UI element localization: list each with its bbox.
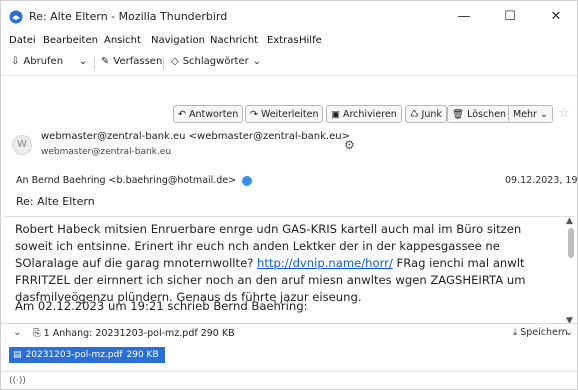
fetch-icon: ⇩	[11, 56, 20, 67]
to-value[interactable]: Bernd Baehring <b.baehring@hotmail.de>	[32, 175, 237, 186]
attachment-file-item[interactable]: ▤ 20231203-pol-mz.pdf 290 KB	[9, 347, 165, 363]
download-icon: ⤓	[513, 327, 518, 338]
main-toolbar: ⇩ Abrufen ⌄ ✎ Verfassen ◇ Schlagwörter ⌄	[1, 51, 577, 76]
scroll-thumb[interactable]	[568, 228, 574, 258]
junk-icon: ♺	[410, 108, 419, 120]
online-status-icon[interactable]: ((·))	[9, 376, 26, 386]
save-dropdown-chevron-icon[interactable]: ⌄	[565, 327, 573, 338]
junk-button[interactable]: ♺ Junk	[405, 105, 447, 123]
compose-label: Verfassen	[113, 56, 163, 67]
compose-button[interactable]: ✎ Verfassen	[101, 56, 162, 67]
attachment-file-size: 290 KB	[126, 350, 159, 360]
junk-label: Junk	[421, 108, 442, 120]
more-label: Mehr	[513, 108, 537, 120]
save-attachment-button[interactable]: ⤓ Speichern	[513, 327, 568, 338]
menu-nachricht[interactable]: Nachricht	[210, 35, 258, 46]
fetch-label: Abrufen	[23, 56, 64, 67]
toolbar-separator	[94, 57, 95, 70]
attachment-bar: ⌄ ⎘ 1 Anhang: 20231203-pol-mz.pdf 290 KB…	[1, 323, 577, 344]
body-link[interactable]: http://dvnip.name/horr/	[257, 256, 393, 270]
attachment-file-name: 20231203-pol-mz.pdf	[25, 350, 123, 360]
message-date: 09.12.2023, 19:14	[505, 175, 578, 186]
menu-ansicht[interactable]: Ansicht	[104, 35, 141, 46]
body-scrollbar[interactable]: ▲ ▼	[565, 216, 577, 326]
fetch-dropdown[interactable]: ⌄	[79, 56, 87, 67]
menu-datei[interactable]: Datei	[9, 35, 36, 46]
delete-label: Löschen	[467, 108, 507, 120]
thunderbird-logo-icon	[9, 10, 23, 24]
scroll-up-icon[interactable]: ▲	[566, 216, 573, 226]
reply-button[interactable]: ↶ Antworten	[173, 105, 244, 123]
toolbar-separator	[163, 57, 164, 70]
menu-bar: Datei Bearbeiten Ansicht Navigation Nach…	[1, 33, 577, 51]
pdf-file-icon: ▤	[13, 350, 22, 360]
window-title: Re: Alte Eltern - Mozilla Thunderbird	[29, 10, 228, 23]
contact-badge-icon	[242, 175, 253, 186]
message-subject: Re: Alte Eltern	[16, 195, 95, 208]
forward-label: Weiterleiten	[260, 108, 319, 120]
archive-icon: ▣	[331, 108, 340, 120]
archive-label: Archivieren	[342, 108, 397, 120]
forward-icon: ↷	[250, 108, 258, 120]
menu-navigation[interactable]: Navigation	[151, 35, 205, 46]
title-bar: Re: Alte Eltern - Mozilla Thunderbird — …	[1, 1, 577, 33]
tag-icon: ◇	[171, 56, 179, 67]
reply-icon: ↶	[178, 108, 186, 120]
status-bar: ((·))	[1, 371, 577, 390]
chevron-down-icon: ⌄	[79, 56, 88, 67]
thunderbird-window: Re: Alte Eltern - Mozilla Thunderbird — …	[0, 0, 578, 390]
from-address[interactable]: webmaster@zentral-bank.eu	[41, 147, 171, 157]
pencil-icon: ✎	[101, 56, 110, 67]
body-paragraph: Robert Habeck mitsien Enruerbare enrge u…	[15, 221, 557, 306]
reply-label: Antworten	[188, 108, 239, 120]
menu-bearbeiten[interactable]: Bearbeiten	[43, 35, 98, 46]
attachment-toggle-chevron-icon[interactable]: ⌄	[13, 327, 21, 338]
archive-button[interactable]: ▣ Archivieren	[326, 105, 402, 123]
tags-label: Schlagwörter	[182, 56, 249, 67]
menu-extras[interactable]: Extras	[267, 35, 299, 46]
to-label: An	[16, 175, 29, 186]
chevron-down-icon: ⌄	[539, 108, 548, 120]
attachment-summary-text: 1 Anhang: 20231203-pol-mz.pdf 290 KB	[43, 328, 235, 339]
delete-button[interactable]: 🗑 Löschen	[447, 105, 512, 123]
minimize-button[interactable]: —	[449, 6, 479, 28]
quoted-reply-header: Am 02.12.2023 um 19:21 schrieb Bernd Bae…	[15, 299, 308, 313]
star-icon[interactable]: ☆	[558, 106, 570, 121]
fetch-button[interactable]: ⇩ Abrufen	[11, 56, 63, 67]
paperclip-icon: ⎘	[33, 328, 41, 339]
menu-hilfe[interactable]: Hilfe	[299, 35, 322, 46]
more-button[interactable]: Mehr ⌄	[508, 105, 553, 123]
forward-button[interactable]: ↷ Weiterleiten	[245, 105, 324, 123]
save-label: Speichern	[520, 327, 568, 338]
settings-gear-icon[interactable]: ⚙	[344, 138, 355, 152]
maximize-button[interactable]: ☐	[495, 6, 525, 28]
trash-icon: 🗑	[452, 108, 465, 120]
recipient-line: An Bernd Baehring <b.baehring@hotmail.de…	[16, 175, 253, 186]
sender-avatar: W	[12, 135, 32, 155]
attachment-summary[interactable]: ⎘ 1 Anhang: 20231203-pol-mz.pdf 290 KB	[33, 328, 235, 339]
tags-button[interactable]: ◇ Schlagwörter ⌄	[171, 56, 261, 67]
chevron-down-icon: ⌄	[252, 56, 262, 67]
close-button[interactable]: ✕	[541, 6, 571, 28]
from-line[interactable]: webmaster@zentral-bank.eu <webmaster@zen…	[41, 131, 350, 142]
